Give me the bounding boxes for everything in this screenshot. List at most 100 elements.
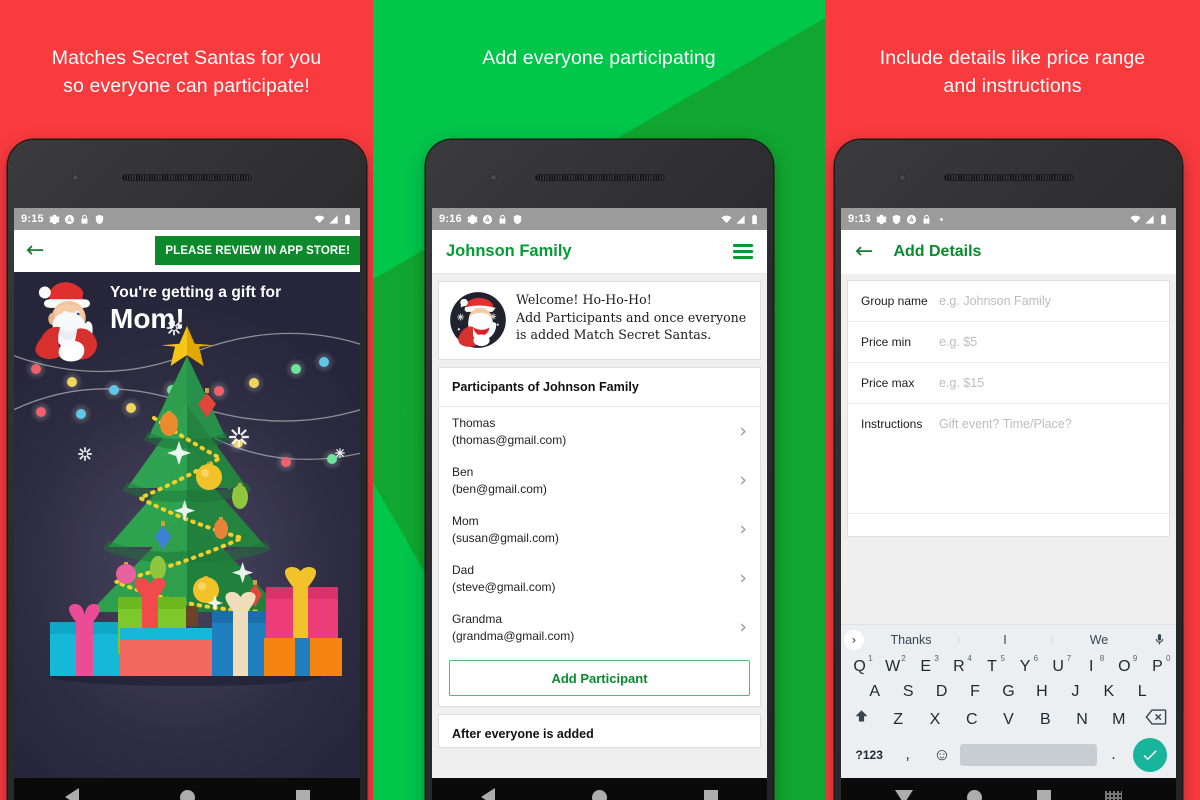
back-arrow-icon[interactable]: ← (855, 241, 873, 263)
key-number: 3 (934, 654, 939, 663)
key-number: 4 (967, 654, 972, 663)
nav-back-icon[interactable] (480, 788, 495, 800)
nav-recents-icon[interactable] (704, 790, 719, 800)
keyboard-icon[interactable] (1104, 791, 1122, 800)
form-row-group-name[interactable]: Group name e.g. Johnson Family (848, 281, 1169, 322)
key-b[interactable]: B (1027, 711, 1064, 729)
key-j[interactable]: J (1059, 683, 1092, 701)
back-arrow-icon[interactable]: ← (26, 240, 44, 262)
key-l[interactable]: L (1126, 683, 1159, 701)
key-i[interactable]: 8I (1075, 654, 1108, 676)
key-s[interactable]: S (891, 683, 924, 701)
key-t[interactable]: 5T (975, 654, 1008, 676)
review-in-app-store-button[interactable]: PLEASE REVIEW IN APP STORE! (155, 236, 360, 265)
after-everyone-text: After everyone is added (452, 727, 594, 741)
table-row[interactable]: Mom (susan@gmail.com) › (439, 505, 760, 554)
nav-recents-icon[interactable] (295, 790, 310, 800)
nav-home-icon[interactable] (179, 789, 195, 800)
page-title: Add Details (893, 243, 982, 260)
key-k[interactable]: K (1092, 683, 1125, 701)
table-row[interactable]: Thomas (thomas@gmail.com) › (439, 407, 760, 456)
nav-back-icon[interactable] (64, 788, 79, 800)
chevron-right-icon[interactable]: › (739, 618, 747, 637)
key-w[interactable]: 2W (876, 654, 909, 676)
accessibility-icon (64, 214, 74, 224)
key-v[interactable]: V (990, 711, 1027, 729)
symbols-key[interactable]: ?123 (847, 748, 891, 762)
keyboard-suggestion-strip: › Thanks I We (841, 624, 1176, 654)
emoji-icon[interactable]: ☺ (924, 745, 960, 765)
panel-3-headline: Include details like price range and ins… (825, 44, 1200, 100)
participant-info: Dad (steve@gmail.com) (452, 562, 556, 595)
nav-home-icon[interactable] (967, 789, 983, 800)
comma-key[interactable]: , (891, 746, 923, 764)
after-everyone-card: After everyone is added (438, 714, 761, 748)
suggestion-1[interactable]: Thanks (864, 633, 958, 647)
period-key[interactable]: . (1097, 746, 1129, 764)
table-row[interactable]: Dad (steve@gmail.com) › (439, 554, 760, 603)
key-letter: Y (1019, 658, 1031, 675)
form-row-price-min[interactable]: Price min e.g. $5 (848, 322, 1169, 363)
earpiece-speaker (943, 174, 1074, 181)
key-e[interactable]: 3E (909, 654, 942, 676)
wifi-icon (721, 215, 732, 223)
welcome-line-2: Add Participants and once everyone (516, 309, 747, 325)
key-h[interactable]: H (1025, 683, 1058, 701)
status-bar-2: 9:16 (432, 208, 767, 230)
table-row[interactable]: Ben (ben@gmail.com) › (439, 456, 760, 505)
backspace-icon[interactable] (1137, 709, 1174, 730)
form-row-price-max[interactable]: Price max e.g. $15 (848, 363, 1169, 404)
checkmark-icon[interactable] (1132, 738, 1167, 772)
participant-name: Grandma (452, 612, 503, 626)
key-o[interactable]: 9O (1108, 654, 1141, 676)
suggestion-2[interactable]: I (958, 633, 1052, 647)
chevron-right-icon[interactable]: › (739, 471, 747, 490)
status-bar-1: 9:15 (14, 208, 360, 230)
suggestion-3[interactable]: We (1052, 633, 1146, 647)
key-p[interactable]: 0P (1141, 654, 1174, 676)
key-z[interactable]: Z (880, 711, 917, 729)
chevron-right-icon[interactable]: › (739, 422, 747, 441)
status-icons (49, 214, 105, 225)
add-participant-button[interactable]: Add Participant (449, 660, 750, 696)
dot-icon (939, 217, 943, 221)
shield-icon (95, 214, 103, 224)
group-name-input[interactable]: e.g. Johnson Family (939, 294, 1051, 308)
chevron-right-icon[interactable]: › (844, 629, 864, 650)
status-clock: 9:16 (439, 213, 462, 225)
key-q[interactable]: 1Q (843, 654, 876, 676)
chevron-right-icon[interactable]: › (739, 520, 747, 539)
field-label: Price max (861, 376, 915, 390)
key-g[interactable]: G (992, 683, 1025, 701)
shield-icon (513, 214, 521, 224)
key-a[interactable]: A (858, 683, 891, 701)
android-nav-bar-2 (432, 778, 767, 800)
shift-up-arrow-icon[interactable] (843, 708, 880, 731)
app-bar-2: Johnson Family (432, 230, 767, 274)
price-max-input[interactable]: e.g. $15 (939, 376, 984, 390)
key-x[interactable]: X (917, 711, 954, 729)
key-d[interactable]: D (925, 683, 958, 701)
price-min-input[interactable]: e.g. $5 (939, 335, 977, 349)
key-u[interactable]: 7U (1042, 654, 1075, 676)
space-key[interactable] (960, 744, 1098, 766)
form-row-instructions[interactable]: Instructions Gift event? Time/Place? (848, 404, 1169, 514)
key-n[interactable]: N (1064, 711, 1101, 729)
status-bar-3: 9:13 (841, 208, 1176, 230)
phone-device-2: 9:16 Johnson Family Welcome! Ho-Ho-Ho! A… (426, 140, 773, 800)
instructions-input[interactable]: Gift event? Time/Place? (939, 417, 1072, 431)
key-c[interactable]: C (953, 711, 990, 729)
nav-recents-icon[interactable] (1036, 790, 1051, 800)
keyboard-row-1: 1Q 2W 3E 4R 5T 6Y 7U 8I 9O 0P (843, 654, 1174, 676)
microphone-icon[interactable] (1146, 631, 1172, 648)
chevron-right-icon[interactable]: › (739, 569, 747, 588)
nav-home-icon[interactable] (591, 789, 607, 800)
key-r[interactable]: 4R (942, 654, 975, 676)
key-number: 1 (868, 654, 873, 663)
table-row[interactable]: Grandma (grandma@gmail.com) › (439, 603, 760, 652)
key-f[interactable]: F (958, 683, 991, 701)
key-y[interactable]: 6Y (1009, 654, 1042, 676)
nav-back-down-icon[interactable] (895, 790, 914, 800)
hamburger-menu-icon[interactable] (733, 241, 753, 262)
key-m[interactable]: M (1100, 711, 1137, 729)
